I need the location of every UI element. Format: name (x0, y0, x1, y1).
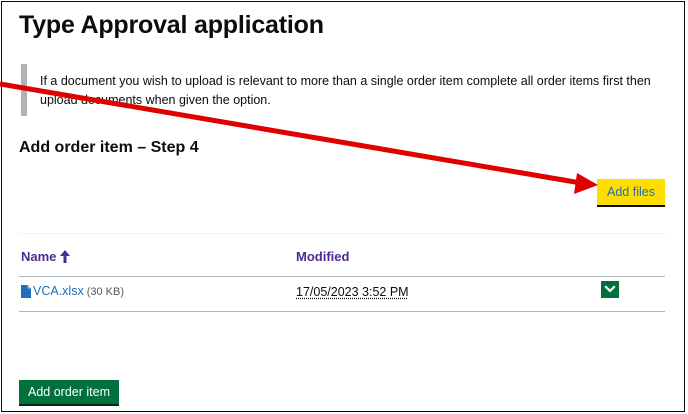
file-icon (21, 284, 31, 298)
table-header-divider (19, 276, 665, 277)
column-header-name-label: Name (21, 249, 57, 264)
page-frame (1, 1, 685, 412)
row-actions-button[interactable] (601, 281, 619, 298)
modified-date: 17/05/2023 3:52 PM (296, 285, 409, 299)
table-top-divider (19, 233, 665, 234)
chevron-down-icon (604, 285, 616, 293)
add-files-button[interactable]: Add files (597, 179, 665, 207)
inset-message: If a document you wish to upload is rele… (40, 74, 651, 107)
step-heading: Add order item – Step 4 (19, 139, 199, 156)
add-order-item-button[interactable]: Add order item (19, 380, 119, 406)
column-header-modified[interactable]: Modified (296, 249, 349, 264)
page-title: Type Approval application (19, 11, 324, 39)
table-row-divider (19, 311, 665, 312)
file-link[interactable]: VCA.xlsx (30 KB) (21, 284, 124, 298)
file-size: (30 KB) (86, 285, 124, 298)
file-name[interactable]: VCA.xlsx (33, 284, 84, 298)
column-header-name[interactable]: Name (21, 249, 71, 264)
inset-text: If a document you wish to upload is rele… (21, 64, 661, 116)
arrow-up-icon (60, 250, 71, 263)
